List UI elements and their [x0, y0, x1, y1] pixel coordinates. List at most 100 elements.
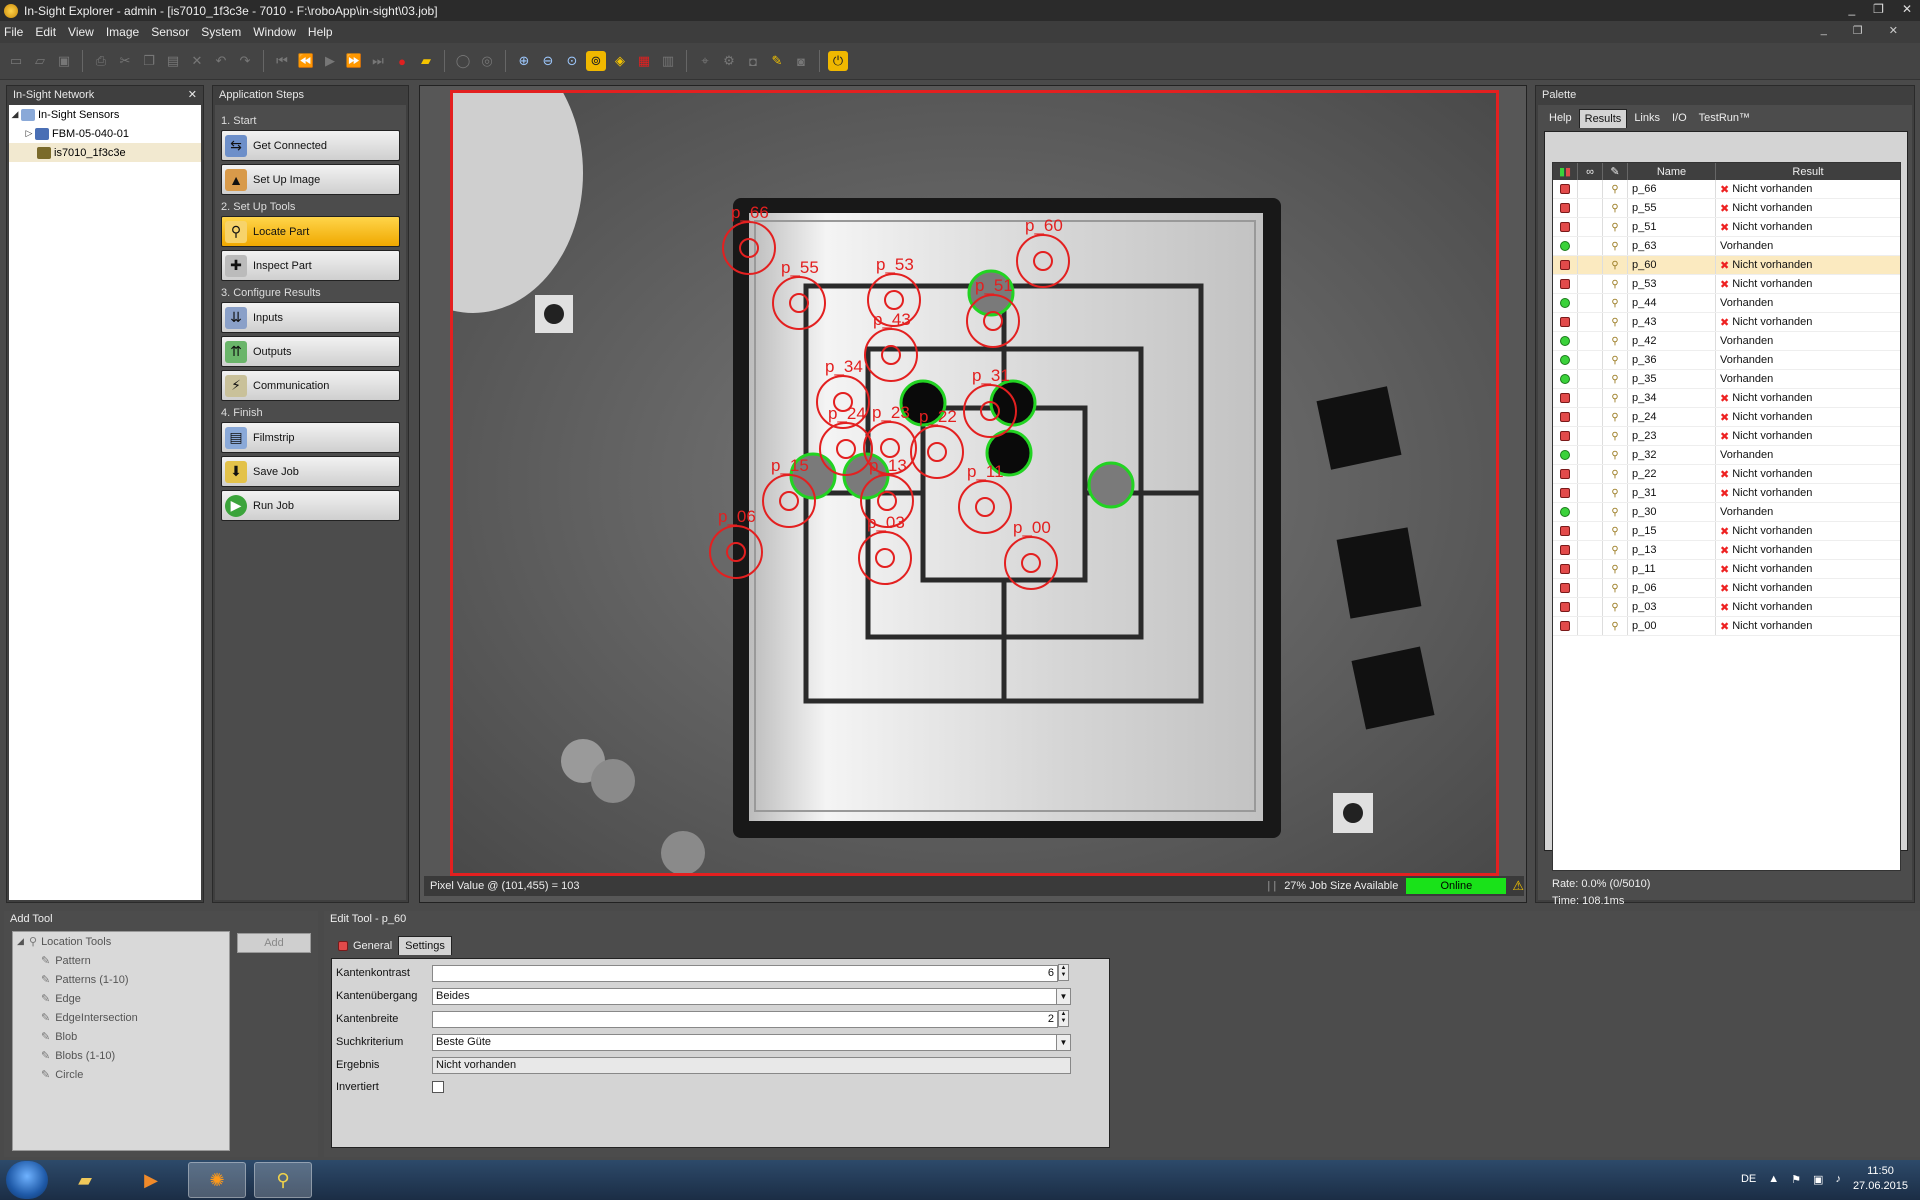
- first-frame-icon[interactable]: ⏮: [272, 51, 292, 71]
- filmstrip-button[interactable]: ▤ Filmstrip: [221, 422, 400, 453]
- in-sight-taskbar-icon[interactable]: ⚲: [254, 1162, 312, 1198]
- minimize-button[interactable]: _: [1848, 2, 1855, 16]
- menu-file[interactable]: File: [4, 25, 23, 39]
- chevron-down-icon[interactable]: ▼: [1056, 988, 1070, 1004]
- image-settings-icon[interactable]: ⚙: [719, 51, 739, 71]
- calibrate-icon[interactable]: ⌖: [695, 51, 715, 71]
- locate-part-button[interactable]: ⚲ Locate Part: [221, 216, 400, 247]
- result-row[interactable]: ⚲ p_44 Vorhanden: [1553, 294, 1900, 313]
- collapse-icon[interactable]: ◢: [9, 109, 21, 120]
- suchkriterium-select[interactable]: Beste Güte ▼: [432, 1033, 1071, 1051]
- tab-results[interactable]: Results: [1578, 109, 1628, 128]
- save-job-button[interactable]: ⬇ Save Job: [221, 456, 400, 487]
- language-indicator[interactable]: DE: [1741, 1173, 1756, 1185]
- spreadsheet-icon[interactable]: ▥: [658, 51, 678, 71]
- tree-item-sensor-is7010[interactable]: is7010_1f3c3e: [9, 143, 201, 162]
- close-button[interactable]: ✕: [1902, 2, 1912, 16]
- menu-help[interactable]: Help: [308, 25, 333, 39]
- kantenbreite-input[interactable]: 2: [432, 1010, 1058, 1028]
- result-row[interactable]: ⚲ p_24 ✖ Nicht vorhanden: [1553, 408, 1900, 427]
- communication-button[interactable]: ⚡ Communication: [221, 370, 400, 401]
- result-row[interactable]: ⚲ p_35 Vorhanden: [1553, 370, 1900, 389]
- tree-item-fbm[interactable]: ▷ FBM-05-040-01: [9, 124, 201, 143]
- mdi-restore-button[interactable]: ❐: [1853, 24, 1863, 37]
- delete-icon[interactable]: ✕: [187, 51, 207, 71]
- result-row[interactable]: ⚲ p_42 Vorhanden: [1553, 332, 1900, 351]
- result-row[interactable]: ⚲ p_51 ✖ Nicht vorhanden: [1553, 218, 1900, 237]
- zoom-fill-icon[interactable]: ⊚: [586, 51, 606, 71]
- tools-icon[interactable]: ✎: [767, 51, 787, 71]
- record-icon[interactable]: ●: [392, 51, 412, 71]
- spinner-icon[interactable]: ▲ ▼: [1058, 1010, 1069, 1027]
- add-button[interactable]: Add: [237, 933, 311, 953]
- online-toggle-icon[interactable]: ⏻: [828, 51, 848, 71]
- last-frame-icon[interactable]: ⏭: [368, 51, 388, 71]
- result-row[interactable]: ⚲ p_53 ✖ Nicht vorhanden: [1553, 275, 1900, 294]
- tool-item[interactable]: ✎ Blob: [13, 1027, 229, 1046]
- outputs-button[interactable]: ⇈ Outputs: [221, 336, 400, 367]
- tab-links[interactable]: Links: [1629, 109, 1665, 128]
- tool-column-icon[interactable]: ✎: [1603, 163, 1628, 180]
- result-row[interactable]: ⚲ p_30 Vorhanden: [1553, 503, 1900, 522]
- prev-frame-icon[interactable]: ⏪: [296, 51, 316, 71]
- result-row[interactable]: ⚲ p_34 ✖ Nicht vorhanden: [1553, 389, 1900, 408]
- result-row[interactable]: ⚲ p_22 ✖ Nicht vorhanden: [1553, 465, 1900, 484]
- tab-io[interactable]: I/O: [1667, 109, 1692, 128]
- result-row[interactable]: ⚲ p_03 ✖ Nicht vorhanden: [1553, 598, 1900, 617]
- result-row[interactable]: ⚲ p_32 Vorhanden: [1553, 446, 1900, 465]
- maximize-button[interactable]: ❐: [1873, 2, 1884, 16]
- collapse-icon[interactable]: ◢: [17, 936, 29, 947]
- custom-view-icon[interactable]: ◈: [610, 51, 630, 71]
- result-row[interactable]: ⚲ p_36 Vorhanden: [1553, 351, 1900, 370]
- result-row[interactable]: ⚲ p_06 ✖ Nicht vorhanden: [1553, 579, 1900, 598]
- tool-category-location[interactable]: ◢ ⚲ Location Tools: [13, 932, 229, 951]
- media-player-taskbar-icon[interactable]: ▶: [122, 1162, 180, 1198]
- start-button[interactable]: [6, 1161, 48, 1199]
- menu-image[interactable]: Image: [106, 25, 139, 39]
- mdi-minimize-button[interactable]: _: [1821, 24, 1827, 37]
- result-row[interactable]: ⚲ p_43 ✖ Nicht vorhanden: [1553, 313, 1900, 332]
- folder-icon[interactable]: ▰: [416, 51, 436, 71]
- menu-window[interactable]: Window: [253, 25, 296, 39]
- chevron-down-icon[interactable]: ▼: [1056, 1034, 1070, 1050]
- zoom-out-icon[interactable]: ⊖: [538, 51, 558, 71]
- explorer-taskbar-icon[interactable]: ▰: [56, 1162, 114, 1198]
- result-row[interactable]: ⚲ p_15 ✖ Nicht vorhanden: [1553, 522, 1900, 541]
- inspect-part-button[interactable]: ✚ Inspect Part: [221, 250, 400, 281]
- tool-item[interactable]: ✎ Blobs (1-10): [13, 1046, 229, 1065]
- graphics-icon[interactable]: ▦: [634, 51, 654, 71]
- kantenuebergang-select[interactable]: Beides ▼: [432, 987, 1071, 1005]
- tool-item[interactable]: ✎ Patterns (1-10): [13, 970, 229, 989]
- link-column-icon[interactable]: ∞: [1578, 163, 1603, 180]
- network-close-icon[interactable]: ✕: [188, 88, 197, 101]
- open-icon[interactable]: ▱: [30, 51, 50, 71]
- camera-image[interactable]: p_66 p_60 p_55 p_53 p_51 p_43 p_34 p_31 p_24 p_23…: [450, 90, 1499, 876]
- tab-edit-settings[interactable]: Settings: [398, 936, 452, 955]
- column-result[interactable]: Result: [1716, 163, 1900, 180]
- warning-icon[interactable]: ⚠: [1512, 878, 1524, 894]
- result-row[interactable]: ⚲ p_11 ✖ Nicht vorhanden: [1553, 560, 1900, 579]
- tool-item[interactable]: ✎ EdgeIntersection: [13, 1008, 229, 1027]
- tab-testrun[interactable]: TestRun™: [1694, 109, 1755, 128]
- tray-expand-icon[interactable]: ▲: [1768, 1173, 1779, 1185]
- result-row[interactable]: ⚲ p_31 ✖ Nicht vorhanden: [1553, 484, 1900, 503]
- zoom-fit-icon[interactable]: ⊙: [562, 51, 582, 71]
- play-icon[interactable]: ▶: [320, 51, 340, 71]
- result-row[interactable]: ⚲ p_13 ✖ Nicht vorhanden: [1553, 541, 1900, 560]
- set-up-image-button[interactable]: ▲ Set Up Image: [221, 164, 400, 195]
- copy-icon[interactable]: ❐: [139, 51, 159, 71]
- expand-icon[interactable]: ▷: [23, 128, 35, 139]
- result-row[interactable]: ⚲ p_00 ✖ Nicht vorhanden: [1553, 617, 1900, 636]
- save-icon[interactable]: ▣: [54, 51, 74, 71]
- trigger-icon[interactable]: ◯: [453, 51, 473, 71]
- get-connected-button[interactable]: ⇆ Get Connected: [221, 130, 400, 161]
- status-column-icon[interactable]: ▮ ▮: [1553, 163, 1578, 180]
- inputs-button[interactable]: ⇊ Inputs: [221, 302, 400, 333]
- sensor-icon[interactable]: ◙: [791, 51, 811, 71]
- robot-app-taskbar-icon[interactable]: ✺: [188, 1162, 246, 1198]
- menu-view[interactable]: View: [68, 25, 94, 39]
- tab-help[interactable]: Help: [1544, 109, 1577, 128]
- result-row[interactable]: ⚲ p_23 ✖ Nicht vorhanden: [1553, 427, 1900, 446]
- print-icon[interactable]: ⎙: [91, 51, 111, 71]
- paste-icon[interactable]: ▤: [163, 51, 183, 71]
